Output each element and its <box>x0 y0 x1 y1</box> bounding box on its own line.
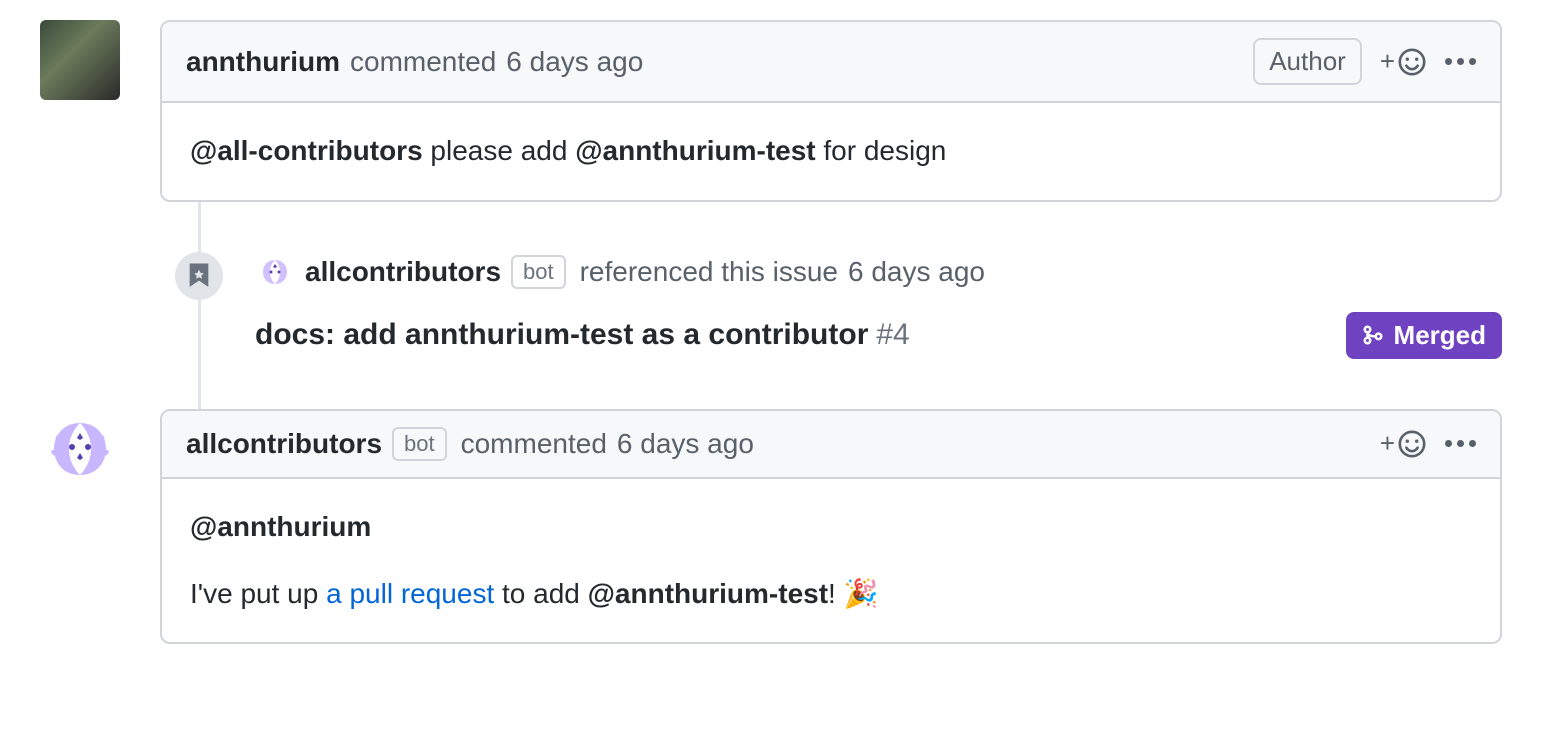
merged-status-badge: Merged <box>1346 312 1502 359</box>
author-link[interactable]: annthurium <box>186 46 340 78</box>
comment-box: allcontributors bot commented 6 days ago… <box>160 409 1502 645</box>
comment-body: @all-contributors please add @annthurium… <box>162 103 1500 200</box>
add-reaction-button[interactable]: + <box>1380 46 1427 77</box>
comment-text: I've put up <box>190 578 326 609</box>
reference-event: allcontributors bot referenced this issu… <box>175 252 1502 359</box>
mention-link[interactable]: @annthurium-test <box>588 578 828 609</box>
author-link[interactable]: allcontributors <box>305 256 501 288</box>
comment-text: to add <box>494 578 587 609</box>
pull-request-link[interactable]: a pull request <box>326 578 494 609</box>
git-merge-icon <box>1362 324 1384 346</box>
laurel-icon <box>40 409 120 489</box>
comment-header: allcontributors bot commented 6 days ago… <box>162 411 1500 479</box>
bot-badge: bot <box>392 427 447 461</box>
referenced-pr-number: #4 <box>876 318 909 352</box>
comment-timestamp[interactable]: 6 days ago <box>617 428 754 460</box>
emoji-icon <box>1397 47 1427 77</box>
comment-verb: commented <box>461 428 607 460</box>
mention-link[interactable]: @all-contributors <box>190 135 423 166</box>
comment-item: allcontributors bot commented 6 days ago… <box>40 409 1502 645</box>
emoji-icon <box>1397 429 1427 459</box>
comment-text: for design <box>816 135 947 166</box>
comment-text: ! 🎉 <box>828 578 878 609</box>
bot-badge: bot <box>511 255 566 289</box>
comment-text: please add <box>423 135 576 166</box>
author-badge: Author <box>1253 38 1362 85</box>
comment-header: annthurium commented 6 days ago Author + <box>162 22 1500 103</box>
comment-box: annthurium commented 6 days ago Author + <box>160 20 1502 202</box>
mention-link[interactable]: @annthurium <box>190 511 371 542</box>
mention-link[interactable]: @annthurium-test <box>575 135 815 166</box>
laurel-icon <box>255 252 295 292</box>
reference-timestamp[interactable]: 6 days ago <box>848 256 985 288</box>
comment-verb: commented <box>350 46 496 78</box>
reference-action: referenced this issue <box>580 256 838 288</box>
author-link[interactable]: allcontributors <box>186 428 382 460</box>
kebab-menu-button[interactable] <box>1445 58 1476 65</box>
add-reaction-button[interactable]: + <box>1380 428 1427 459</box>
comment-body: @annthurium I've put up a pull request t… <box>162 479 1500 643</box>
comment-timestamp[interactable]: 6 days ago <box>506 46 643 78</box>
bookmark-icon <box>175 252 223 300</box>
comment-item: annthurium commented 6 days ago Author + <box>40 20 1502 202</box>
referenced-pr-link[interactable]: docs: add annthurium-test as a contribut… <box>255 318 868 352</box>
avatar[interactable] <box>40 20 120 100</box>
avatar[interactable] <box>40 409 120 489</box>
kebab-menu-button[interactable] <box>1445 440 1476 447</box>
